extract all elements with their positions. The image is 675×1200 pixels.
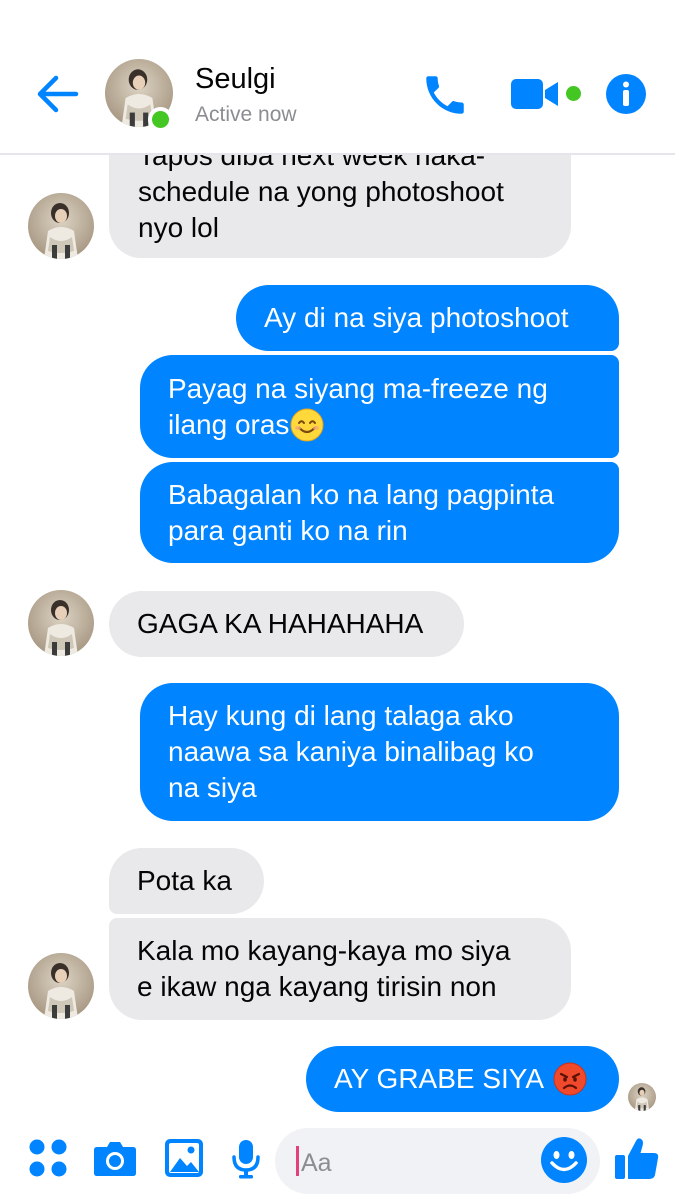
smiling-face-icon bbox=[290, 408, 324, 441]
gallery-button[interactable] bbox=[164, 1138, 204, 1183]
message-text: AY GRABE SIYA bbox=[334, 1063, 545, 1094]
seen-avatar bbox=[628, 1083, 656, 1111]
gallery-icon bbox=[165, 1139, 203, 1177]
camera-button[interactable] bbox=[93, 1139, 137, 1182]
outgoing-message[interactable]: Payag na siyang ma-freeze ng ilang oras bbox=[140, 355, 619, 458]
angry-face-icon bbox=[553, 1062, 587, 1096]
like-button[interactable] bbox=[614, 1135, 660, 1186]
call-button[interactable] bbox=[420, 70, 470, 120]
message-list[interactable]: Tapos diba next week naka- schedule na y… bbox=[0, 155, 675, 1125]
outgoing-message[interactable]: AY GRABE SIYA bbox=[306, 1046, 619, 1112]
contact-status: Active now bbox=[195, 103, 297, 126]
microphone-icon bbox=[232, 1140, 260, 1179]
emoji-icon bbox=[541, 1137, 587, 1183]
video-online-dot bbox=[566, 86, 581, 101]
message-line: para ganti ko na rin bbox=[168, 514, 408, 546]
info-icon bbox=[606, 74, 646, 114]
more-actions-button[interactable] bbox=[28, 1138, 68, 1183]
info-button[interactable] bbox=[605, 73, 647, 115]
sender-avatar[interactable] bbox=[28, 193, 94, 259]
outgoing-message[interactable]: Babagalan ko na lang pagpinta para ganti… bbox=[140, 462, 619, 563]
incoming-message[interactable]: Pota ka bbox=[109, 848, 264, 914]
message-line: schedule na yong photoshoot bbox=[138, 176, 504, 207]
thumbs-up-icon bbox=[615, 1138, 659, 1179]
message-line: nyo lol bbox=[138, 212, 219, 243]
message-text: GAGA KA HAHAHAHA bbox=[137, 608, 424, 639]
emoji-button[interactable] bbox=[540, 1136, 588, 1184]
video-call-button[interactable] bbox=[510, 76, 560, 112]
message-line: Hay kung di lang talaga ako bbox=[168, 700, 514, 731]
message-line: Kala mo kayang-kaya mo siya bbox=[137, 935, 511, 966]
online-indicator bbox=[148, 107, 173, 132]
message-line: naawa sa kaniya binalibag ko bbox=[168, 736, 534, 767]
contact-name[interactable]: Seulgi bbox=[195, 63, 276, 96]
video-camera-icon bbox=[511, 79, 558, 109]
camera-icon bbox=[94, 1142, 136, 1176]
outgoing-message[interactable]: Hay kung di lang talaga ako naawa sa kan… bbox=[140, 683, 619, 821]
chat-header: Seulgi Active now bbox=[0, 0, 675, 155]
incoming-message[interactable]: GAGA KA HAHAHAHA bbox=[109, 591, 464, 657]
message-line: na siya bbox=[168, 772, 257, 803]
composer-bar: Aa bbox=[0, 1125, 675, 1200]
message-line: Payag na siyang ma-freeze ng bbox=[168, 372, 548, 404]
outgoing-message[interactable]: Ay di na siya photoshoot bbox=[236, 285, 619, 351]
message-line: Tapos diba next week naka- bbox=[138, 155, 486, 171]
message-line: e ikaw nga kayang tirisin non bbox=[137, 971, 497, 1002]
back-button[interactable] bbox=[36, 74, 80, 114]
sender-avatar[interactable] bbox=[28, 953, 94, 1019]
message-placeholder: Aa bbox=[301, 1149, 332, 1177]
message-text: Pota ka bbox=[137, 865, 232, 896]
incoming-message[interactable]: Kala mo kayang-kaya mo siya e ikaw nga k… bbox=[109, 918, 571, 1020]
incoming-message[interactable]: Tapos diba next week naka- schedule na y… bbox=[109, 155, 571, 258]
sender-avatar[interactable] bbox=[28, 590, 94, 656]
phone-icon bbox=[426, 76, 464, 114]
message-input[interactable]: Aa bbox=[275, 1128, 600, 1194]
message-text: Ay di na siya photoshoot bbox=[264, 302, 569, 333]
apps-grid-icon bbox=[29, 1139, 67, 1177]
message-line: Babagalan ko na lang pagpinta bbox=[168, 478, 555, 510]
back-arrow-icon bbox=[37, 75, 79, 113]
message-line: ilang oras bbox=[168, 408, 290, 440]
text-cursor bbox=[296, 1146, 299, 1176]
voice-button[interactable] bbox=[231, 1139, 261, 1184]
